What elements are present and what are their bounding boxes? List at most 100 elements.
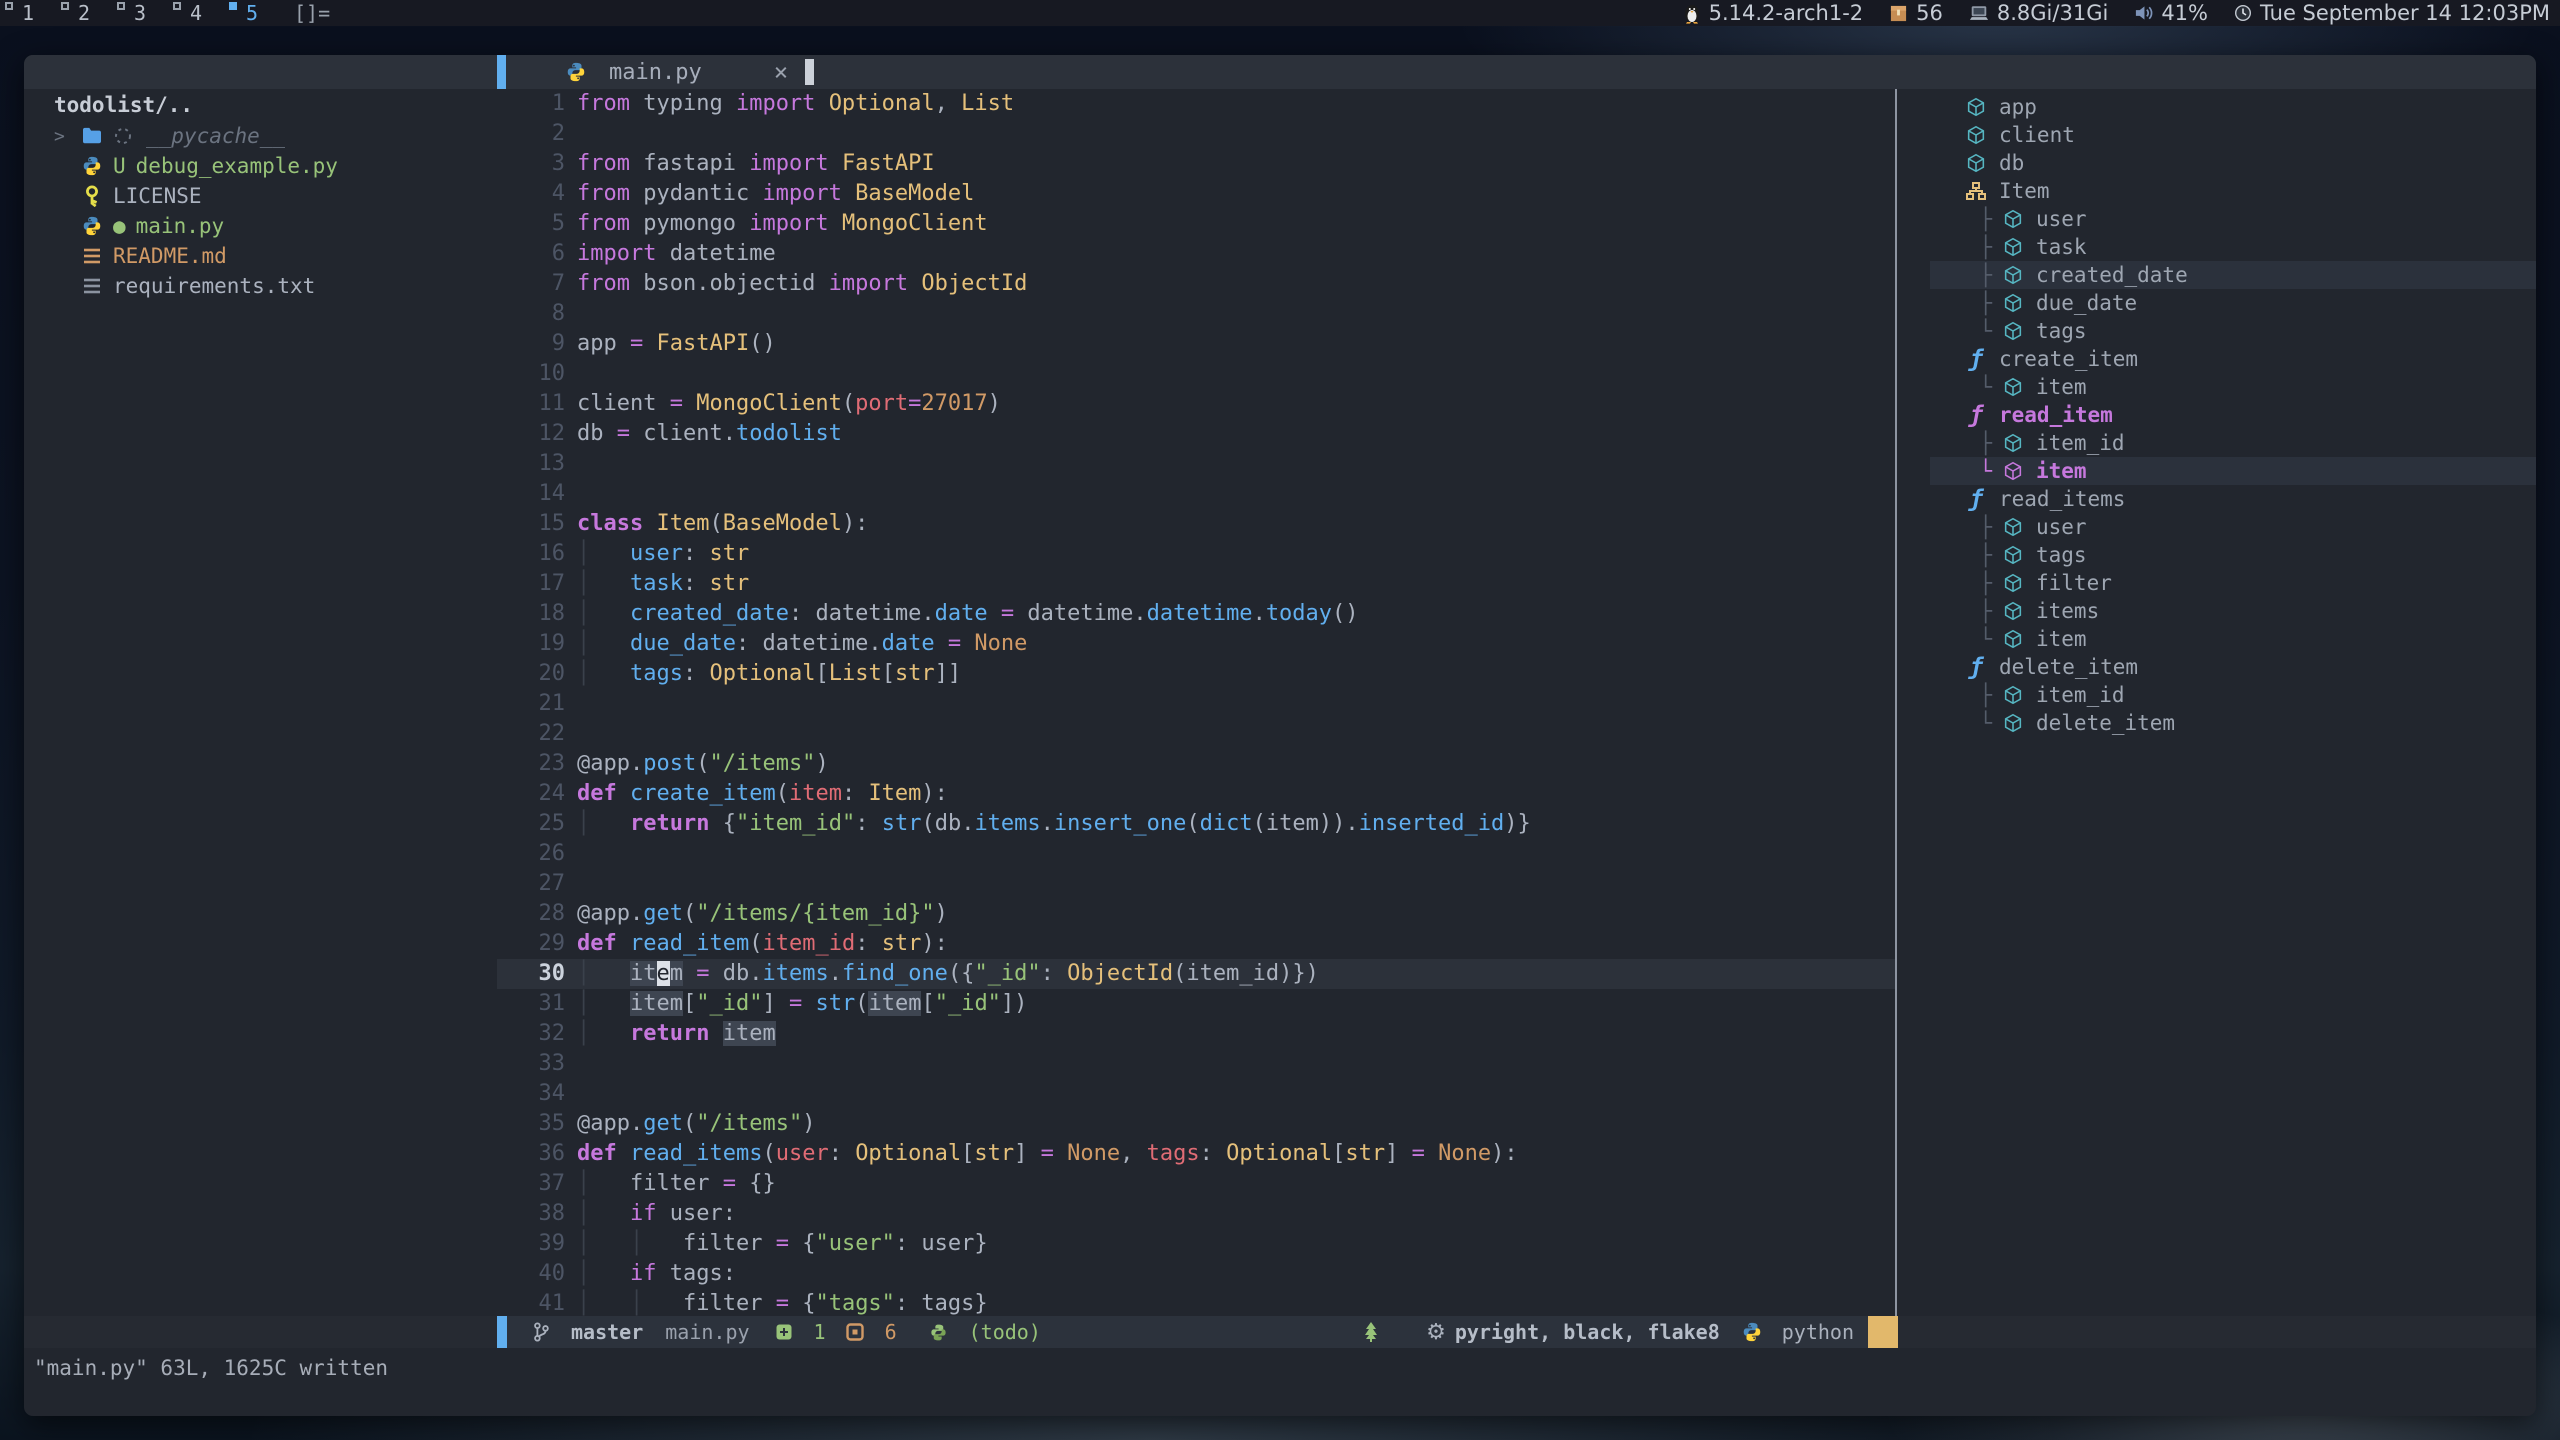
tree-connector: └ — [1959, 319, 1992, 343]
code-line-26[interactable]: 26 — [497, 839, 1895, 869]
outline-symbol-item_id[interactable]: ├item_id — [1897, 429, 2536, 457]
workspace-tags: 12345 — [0, 0, 280, 26]
code-text: from pydantic import BaseModel — [577, 179, 974, 209]
line-number: 11 — [497, 389, 565, 419]
outline-symbol-user[interactable]: ├user — [1897, 513, 2536, 541]
code-line-11[interactable]: 11client = MongoClient(port=27017) — [497, 389, 1895, 419]
outline-symbol-tags[interactable]: ├tags — [1897, 541, 2536, 569]
code-line-41[interactable]: 41│ │ filter = {"tags": tags} — [497, 1289, 1895, 1316]
outline-symbol-items[interactable]: ├items — [1897, 597, 2536, 625]
outline-symbol-client[interactable]: client — [1897, 121, 2536, 149]
code-line-1[interactable]: 1from typing import Optional, List — [497, 89, 1895, 119]
code-line-18[interactable]: 18│ created_date: datetime.date = dateti… — [497, 599, 1895, 629]
buffer-tabline: main.py × — [24, 55, 2536, 89]
code-line-8[interactable]: 8 — [497, 299, 1895, 329]
outline-symbol-delete_item[interactable]: └delete_item — [1897, 709, 2536, 737]
code-line-19[interactable]: 19│ due_date: datetime.date = None — [497, 629, 1895, 659]
outline-symbol-created_date[interactable]: ├created_date — [1897, 261, 2536, 289]
variable-icon — [2000, 712, 2026, 734]
file-tree-item-requirements.txt[interactable]: requirements.txt — [24, 271, 497, 301]
tree-root-folder[interactable]: todolist/.. — [24, 89, 497, 121]
key-icon — [80, 185, 104, 207]
outline-symbol-db[interactable]: db — [1897, 149, 2536, 177]
file-tree-item-main.py[interactable]: ●main.py — [24, 211, 497, 241]
code-line-2[interactable]: 2 — [497, 119, 1895, 149]
code-line-22[interactable]: 22 — [497, 719, 1895, 749]
code-line-39[interactable]: 39│ │ filter = {"user": user} — [497, 1229, 1895, 1259]
file-tree-item-README.md[interactable]: README.md — [24, 241, 497, 271]
outline-symbol-read_item[interactable]: ƒread_item — [1897, 401, 2536, 429]
code-line-27[interactable]: 27 — [497, 869, 1895, 899]
outline-symbol-item[interactable]: └item — [1897, 457, 2536, 485]
workspace-tag-3[interactable]: 3 — [112, 0, 168, 26]
command-line-message: "main.py" 63L, 1625C written — [24, 1348, 2536, 1416]
code-line-31[interactable]: 31│ item["_id"] = str(item["_id"]) — [497, 989, 1895, 1019]
code-line-37[interactable]: 37│ filter = {} — [497, 1169, 1895, 1199]
code-line-10[interactable]: 10 — [497, 359, 1895, 389]
file-tree-item-__pycache__[interactable]: >__pycache__ — [24, 121, 497, 151]
code-line-34[interactable]: 34 — [497, 1079, 1895, 1109]
code-line-13[interactable]: 13 — [497, 449, 1895, 479]
statusline: master main.py 1 6 (todo) ⚙ — [24, 1316, 2536, 1348]
line-number: 12 — [497, 419, 565, 449]
file-tree-item-debug_example.py[interactable]: Udebug_example.py — [24, 151, 497, 181]
code-line-38[interactable]: 38│ if user: — [497, 1199, 1895, 1229]
code-line-12[interactable]: 12db = client.todolist — [497, 419, 1895, 449]
code-line-3[interactable]: 3from fastapi import FastAPI — [497, 149, 1895, 179]
code-line-14[interactable]: 14 — [497, 479, 1895, 509]
outline-symbol-delete_item[interactable]: ƒdelete_item — [1897, 653, 2536, 681]
scroll-position-block — [1868, 1316, 1898, 1348]
workspace-tag-5[interactable]: 5 — [224, 0, 280, 26]
code-line-32[interactable]: 32│ return item — [497, 1019, 1895, 1049]
outline-symbol-item[interactable]: └item — [1897, 373, 2536, 401]
workspace-tag-4[interactable]: 4 — [168, 0, 224, 26]
code-line-33[interactable]: 33 — [497, 1049, 1895, 1079]
code-line-9[interactable]: 9app = FastAPI() — [497, 329, 1895, 359]
code-line-23[interactable]: 23@app.post("/items") — [497, 749, 1895, 779]
code-line-36[interactable]: 36def read_items(user: Optional[str] = N… — [497, 1139, 1895, 1169]
outline-symbol-app[interactable]: app — [1897, 93, 2536, 121]
outline-symbol-user[interactable]: ├user — [1897, 205, 2536, 233]
line-number: 27 — [497, 869, 565, 899]
code-line-30[interactable]: 30│ item = db.items.find_one({"_id": Obj… — [497, 959, 1895, 989]
code-line-15[interactable]: 15class Item(BaseModel): — [497, 509, 1895, 539]
file-tree-item-LICENSE[interactable]: LICENSE — [24, 181, 497, 211]
symbols-outline-panel: appclientdbItem├user├task├created_date├d… — [1897, 89, 2536, 1316]
outline-symbol-due_date[interactable]: ├due_date — [1897, 289, 2536, 317]
git-branch-segment: master — [529, 1320, 643, 1344]
code-line-40[interactable]: 40│ if tags: — [497, 1259, 1895, 1289]
symbol-name: created_date — [2036, 263, 2188, 287]
outline-symbol-read_items[interactable]: ƒread_items — [1897, 485, 2536, 513]
code-editor[interactable]: 1from typing import Optional, List23from… — [497, 89, 1895, 1316]
layout-symbol[interactable]: []= — [294, 1, 330, 25]
tab-main-py[interactable]: main.py × — [564, 55, 788, 89]
line-number: 23 — [497, 749, 565, 779]
outline-symbol-Item[interactable]: Item — [1897, 177, 2536, 205]
symbol-name: item — [2036, 459, 2087, 483]
code-line-28[interactable]: 28@app.get("/items/{item_id}") — [497, 899, 1895, 929]
outline-symbol-tags[interactable]: └tags — [1897, 317, 2536, 345]
outline-symbol-filter[interactable]: ├filter — [1897, 569, 2536, 597]
code-line-7[interactable]: 7from bson.objectid import ObjectId — [497, 269, 1895, 299]
outline-symbol-task[interactable]: ├task — [1897, 233, 2536, 261]
code-line-4[interactable]: 4from pydantic import BaseModel — [497, 179, 1895, 209]
outline-symbol-create_item[interactable]: ƒcreate_item — [1897, 345, 2536, 373]
code-line-17[interactable]: 17│ task: str — [497, 569, 1895, 599]
workspace-tag-1[interactable]: 1 — [0, 0, 56, 26]
code-line-20[interactable]: 20│ tags: Optional[List[str]] — [497, 659, 1895, 689]
code-line-5[interactable]: 5from pymongo import MongoClient — [497, 209, 1895, 239]
code-line-16[interactable]: 16│ user: str — [497, 539, 1895, 569]
code-line-21[interactable]: 21 — [497, 689, 1895, 719]
code-line-35[interactable]: 35@app.get("/items") — [497, 1109, 1895, 1139]
workspace-tag-2[interactable]: 2 — [56, 0, 112, 26]
code-text: from pymongo import MongoClient — [577, 209, 988, 239]
code-line-6[interactable]: 6import datetime — [497, 239, 1895, 269]
code-line-29[interactable]: 29def read_item(item_id: str): — [497, 929, 1895, 959]
outline-symbol-item_id[interactable]: ├item_id — [1897, 681, 2536, 709]
close-icon[interactable]: × — [774, 58, 788, 86]
code-line-24[interactable]: 24def create_item(item: Item): — [497, 779, 1895, 809]
symbol-name: filter — [2036, 571, 2112, 595]
statusbar-module: Tue September 14 12:03PM — [2234, 1, 2550, 25]
code-line-25[interactable]: 25│ return {"item_id": str(db.items.inse… — [497, 809, 1895, 839]
outline-symbol-item[interactable]: └item — [1897, 625, 2536, 653]
